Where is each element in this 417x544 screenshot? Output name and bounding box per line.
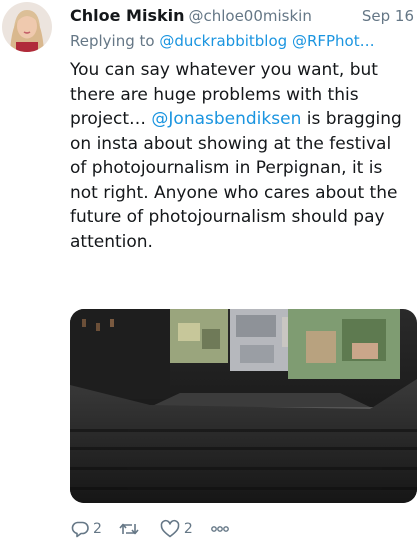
tweet-photo[interactable] [70,309,417,503]
tweet-text-part-2: is bragging on insta about showing at th… [70,109,402,252]
reply-icon [70,519,90,539]
more-icon [209,519,231,539]
like-button[interactable]: 2 [159,519,193,539]
reply-mention-duckrabbitblog[interactable]: @duckrabbitblog [159,32,287,50]
mention-jonasbendiksen[interactable]: @Jonasbendiksen [151,109,301,129]
author-name[interactable]: Chloe Miskin [70,6,184,25]
replying-to: Replying to @duckrabbitblog @RFPhot… [70,32,417,54]
tweet-text: You can say whatever you want, but there… [70,58,412,254]
like-count: 2 [183,521,193,537]
reply-mention-rfphot[interactable]: @RFPhot… [292,32,375,50]
author-handle[interactable]: @chloe00miskin [188,7,311,25]
tweet-header: Chloe Miskin @chloe00miskin Sep 16 [70,6,417,28]
avatar[interactable] [2,2,52,52]
tweet-actions: 2 2 [70,517,247,541]
retweet-icon [118,519,140,539]
more-button[interactable] [209,519,231,539]
tweet-date[interactable]: Sep 16 [362,7,414,25]
reply-count: 2 [93,521,102,537]
heart-icon [159,519,181,539]
replying-to-label: Replying to [70,32,155,50]
reply-button[interactable]: 2 [70,519,102,539]
retweet-button[interactable] [118,519,143,539]
